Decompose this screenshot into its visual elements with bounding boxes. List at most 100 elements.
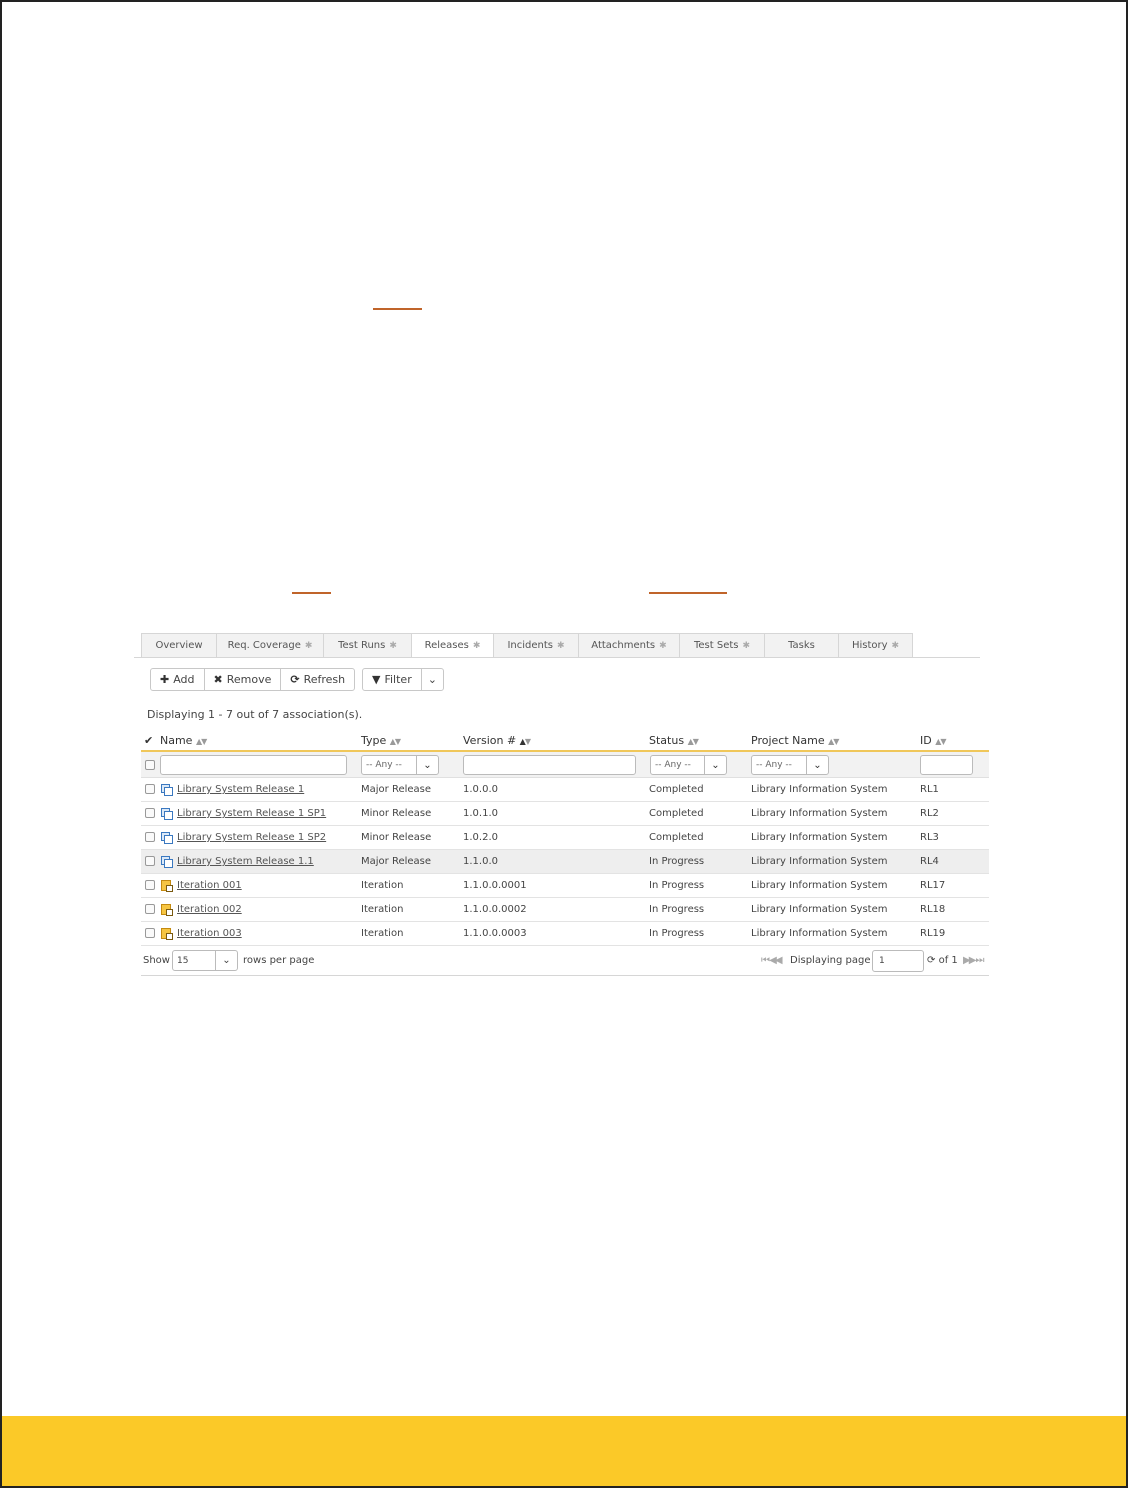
release-id: RL3 bbox=[920, 832, 939, 843]
release-id: RL19 bbox=[920, 928, 946, 939]
add-button[interactable]: ✚ Add bbox=[151, 669, 205, 690]
sort-icon[interactable]: ▲▼ bbox=[828, 737, 839, 746]
release-type: Major Release bbox=[361, 784, 432, 795]
release-version: 1.0.2.0 bbox=[463, 832, 498, 843]
show-label: Show bbox=[143, 955, 170, 966]
release-type: Iteration bbox=[361, 904, 404, 915]
select-all-checkbox[interactable] bbox=[145, 760, 155, 770]
release-project: Library Information System bbox=[751, 832, 888, 843]
release-version: 1.1.0.0 bbox=[463, 856, 498, 867]
table-row[interactable]: Library System Release 1 Major Release 1… bbox=[141, 778, 989, 802]
table-row[interactable]: Library System Release 1 SP2 Minor Relea… bbox=[141, 826, 989, 850]
tab-releases[interactable]: Releases ✱ bbox=[411, 633, 493, 658]
select-all-check-icon[interactable]: ✔ bbox=[144, 734, 153, 747]
tab-incidents[interactable]: Incidents ✱ bbox=[493, 633, 578, 658]
remove-button[interactable]: ✖ Remove bbox=[205, 669, 282, 690]
col-name[interactable]: Name ▲▼ bbox=[160, 734, 207, 747]
release-version: 1.0.1.0 bbox=[463, 808, 498, 819]
sort-icon[interactable]: ▲▼ bbox=[390, 737, 401, 746]
filter-dropdown-button[interactable]: ⌄ bbox=[422, 669, 443, 690]
pagination-bar: Show 15 ⌄ rows per page ⏮ ◀◀ Displaying p… bbox=[141, 946, 989, 976]
sort-icon[interactable]: ▲▼ bbox=[196, 737, 207, 746]
chevron-down-icon: ⌄ bbox=[806, 756, 828, 774]
link-underline-3 bbox=[649, 592, 727, 594]
row-checkbox[interactable] bbox=[145, 904, 155, 914]
release-project: Library Information System bbox=[751, 856, 888, 867]
tab-attachments[interactable]: Attachments ✱ bbox=[578, 633, 679, 658]
release-status: In Progress bbox=[649, 856, 705, 867]
project-filter-select[interactable]: -- Any -- ⌄ bbox=[751, 755, 829, 775]
sort-icon[interactable]: ▲▼ bbox=[935, 737, 946, 746]
release-project: Library Information System bbox=[751, 784, 888, 795]
release-name-link[interactable]: Library System Release 1 SP2 bbox=[177, 832, 326, 843]
refresh-button[interactable]: ⟳ Refresh bbox=[281, 669, 354, 690]
star-icon: ✱ bbox=[304, 640, 313, 651]
close-icon: ✖ bbox=[213, 673, 223, 686]
release-id: RL2 bbox=[920, 808, 939, 819]
release-project: Library Information System bbox=[751, 880, 888, 891]
filter-button[interactable]: ▼ Filter bbox=[363, 669, 422, 690]
id-filter-input[interactable] bbox=[920, 755, 973, 775]
name-filter-input[interactable] bbox=[160, 755, 347, 775]
col-id[interactable]: ID ▲▼ bbox=[920, 734, 947, 747]
rows-per-page-select[interactable]: 15 ⌄ bbox=[172, 950, 238, 971]
release-type: Minor Release bbox=[361, 832, 432, 843]
table-row[interactable]: Iteration 001 Iteration 1.1.0.0.0001 In … bbox=[141, 874, 989, 898]
release-status: In Progress bbox=[649, 880, 705, 891]
release-id: RL18 bbox=[920, 904, 946, 915]
star-icon: ✱ bbox=[659, 640, 667, 651]
release-type: Minor Release bbox=[361, 808, 432, 819]
page-number-input[interactable]: 1 bbox=[872, 950, 924, 972]
refresh-icon[interactable]: ⟳ bbox=[927, 955, 935, 966]
tab-history[interactable]: History ✱ bbox=[838, 633, 913, 658]
tab-test-runs[interactable]: Test Runs ✱ bbox=[323, 633, 411, 658]
table-row[interactable]: Iteration 002 Iteration 1.1.0.0.0002 In … bbox=[141, 898, 989, 922]
release-project: Library Information System bbox=[751, 904, 888, 915]
row-checkbox[interactable] bbox=[145, 928, 155, 938]
filter-row: -- Any -- ⌄ -- Any -- ⌄ -- Any -- ⌄ bbox=[141, 752, 989, 778]
tab-test-sets[interactable]: Test Sets ✱ bbox=[679, 633, 764, 658]
first-prev-page-icons[interactable]: ⏮ ◀◀ bbox=[761, 955, 783, 966]
release-version: 1.1.0.0.0003 bbox=[463, 928, 527, 939]
version-filter-input[interactable] bbox=[463, 755, 636, 775]
row-checkbox[interactable] bbox=[145, 784, 155, 794]
status-filter-select[interactable]: -- Any -- ⌄ bbox=[650, 755, 727, 775]
row-checkbox[interactable] bbox=[145, 880, 155, 890]
tab-tasks[interactable]: Tasks bbox=[764, 633, 838, 658]
iteration-name-link[interactable]: Iteration 001 bbox=[177, 880, 242, 891]
release-icon bbox=[161, 784, 173, 796]
release-name-link[interactable]: Library System Release 1 bbox=[177, 784, 304, 795]
release-id: RL4 bbox=[920, 856, 939, 867]
release-status: In Progress bbox=[649, 928, 705, 939]
iteration-name-link[interactable]: Iteration 003 bbox=[177, 928, 242, 939]
sort-icon[interactable]: ▲▼ bbox=[520, 737, 531, 746]
next-last-page-icons[interactable]: ▶▶ ⏭ bbox=[963, 955, 985, 966]
iteration-icon bbox=[161, 880, 173, 892]
type-filter-select[interactable]: -- Any -- ⌄ bbox=[361, 755, 439, 775]
tab-overview[interactable]: Overview bbox=[141, 633, 216, 658]
row-checkbox[interactable] bbox=[145, 808, 155, 818]
table-row[interactable]: Iteration 003 Iteration 1.1.0.0.0003 In … bbox=[141, 922, 989, 946]
row-checkbox[interactable] bbox=[145, 832, 155, 842]
sort-icon[interactable]: ▲▼ bbox=[688, 737, 699, 746]
chevron-down-icon: ⌄ bbox=[427, 673, 437, 686]
page-of-label: ⟳ of 1 bbox=[927, 955, 958, 966]
release-name-link[interactable]: Library System Release 1 SP1 bbox=[177, 808, 326, 819]
col-type[interactable]: Type ▲▼ bbox=[361, 734, 401, 747]
col-version[interactable]: Version # ▲▼ bbox=[463, 734, 531, 747]
star-icon: ✱ bbox=[557, 640, 565, 651]
display-count: Displaying 1 - 7 out of 7 association(s)… bbox=[147, 708, 363, 721]
release-icon bbox=[161, 808, 173, 820]
release-type: Major Release bbox=[361, 856, 432, 867]
tab-req-coverage[interactable]: Req. Coverage ✱ bbox=[216, 633, 323, 658]
release-name-link[interactable]: Library System Release 1.1 bbox=[177, 856, 314, 867]
link-underline-2 bbox=[292, 592, 331, 594]
table-row[interactable]: Library System Release 1 SP1 Minor Relea… bbox=[141, 802, 989, 826]
row-checkbox[interactable] bbox=[145, 856, 155, 866]
col-status[interactable]: Status ▲▼ bbox=[649, 734, 699, 747]
release-type: Iteration bbox=[361, 928, 404, 939]
footer-bar bbox=[2, 1416, 1126, 1486]
table-row[interactable]: Library System Release 1.1 Major Release… bbox=[141, 850, 989, 874]
iteration-name-link[interactable]: Iteration 002 bbox=[177, 904, 242, 915]
col-project[interactable]: Project Name ▲▼ bbox=[751, 734, 839, 747]
